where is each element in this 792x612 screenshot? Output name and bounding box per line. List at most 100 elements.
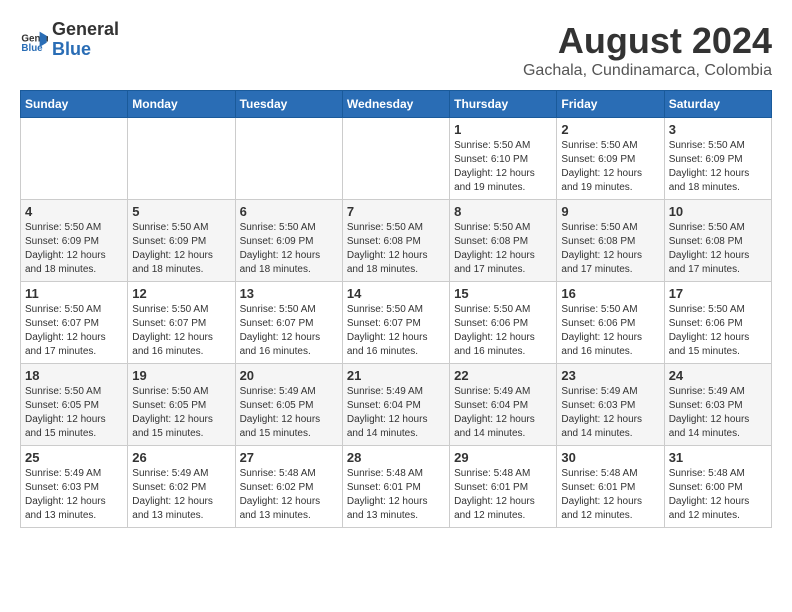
- header-tuesday: Tuesday: [235, 91, 342, 118]
- calendar-cell-w1-d5: 1Sunrise: 5:50 AM Sunset: 6:10 PM Daylig…: [450, 118, 557, 200]
- calendar-week-5: 25 Sunrise: 5:49 AM Sunset: 6:03 PM Dayli…: [21, 446, 772, 528]
- day-info: Sunrise: 5:49 AM Sunset: 6:03 PM Dayligh…: [25, 467, 123, 523]
- day-info: Sunrise: 5:50 AM Sunset: 6:07 PM Dayligh…: [240, 303, 338, 359]
- day-info: Sunrise: 5:48 AM Sunset: 6:01 PM Dayligh…: [454, 467, 552, 523]
- day-info: Sunrise: 5:49 AM Sunset: 6:03 PM Dayligh…: [561, 385, 659, 441]
- calendar-cell-w3-d2: 12 Sunrise: 5:50 AM Sunset: 6:07 PM Dayli…: [128, 282, 235, 364]
- logo-general: General: [52, 20, 119, 40]
- day-number: 5: [132, 204, 230, 219]
- calendar-cell-w4-d2: 19Sunrise: 5:50 AM Sunset: 6:05 PM Dayli…: [128, 364, 235, 446]
- calendar-cell-w2-d4: 7 Sunrise: 5:50 AM Sunset: 6:08 PM Daylig…: [342, 200, 449, 282]
- day-info: Sunrise: 5:50 AM Sunset: 6:05 PM Dayligh…: [132, 385, 230, 441]
- day-number: 30: [561, 450, 659, 465]
- svg-text:Blue: Blue: [21, 43, 43, 54]
- day-number: 9: [561, 204, 659, 219]
- calendar-cell-w2-d5: 8 Sunrise: 5:50 AM Sunset: 6:08 PM Daylig…: [450, 200, 557, 282]
- day-info: Sunrise: 5:50 AM Sunset: 6:09 PM Dayligh…: [561, 139, 659, 195]
- day-info: Sunrise: 5:50 AM Sunset: 6:07 PM Dayligh…: [347, 303, 445, 359]
- calendar-week-2: 4 Sunrise: 5:50 AM Sunset: 6:09 PM Daylig…: [21, 200, 772, 282]
- subtitle: Gachala, Cundinamarca, Colombia: [523, 62, 772, 80]
- logo-blue: Blue: [52, 40, 119, 60]
- calendar-cell-w4-d7: 24 Sunrise: 5:49 AM Sunset: 6:03 PM Dayli…: [664, 364, 771, 446]
- day-info: Sunrise: 5:48 AM Sunset: 6:02 PM Dayligh…: [240, 467, 338, 523]
- day-number: 16: [561, 286, 659, 301]
- day-number: 12: [132, 286, 230, 301]
- day-number: 22: [454, 368, 552, 383]
- day-info: Sunrise: 5:49 AM Sunset: 6:03 PM Dayligh…: [669, 385, 767, 441]
- day-number: 27: [240, 450, 338, 465]
- day-number: 15: [454, 286, 552, 301]
- calendar-cell-w3-d1: 11 Sunrise: 5:50 AM Sunset: 6:07 PM Dayli…: [21, 282, 128, 364]
- day-info: Sunrise: 5:50 AM Sunset: 6:06 PM Dayligh…: [561, 303, 659, 359]
- day-info: Sunrise: 5:50 AM Sunset: 6:08 PM Dayligh…: [561, 221, 659, 277]
- calendar-cell-w5-d3: 27 Sunrise: 5:48 AM Sunset: 6:02 PM Dayli…: [235, 446, 342, 528]
- day-info: Sunrise: 5:50 AM Sunset: 6:06 PM Dayligh…: [454, 303, 552, 359]
- calendar-cell-w4-d5: 22 Sunrise: 5:49 AM Sunset: 6:04 PM Dayli…: [450, 364, 557, 446]
- day-number: 11: [25, 286, 123, 301]
- header: General Blue General Blue August 2024 Ga…: [20, 20, 772, 80]
- title-section: August 2024 Gachala, Cundinamarca, Colom…: [523, 20, 772, 80]
- day-number: 14: [347, 286, 445, 301]
- calendar-cell-w5-d2: 26 Sunrise: 5:49 AM Sunset: 6:02 PM Dayli…: [128, 446, 235, 528]
- calendar-cell-w5-d4: 28 Sunrise: 5:48 AM Sunset: 6:01 PM Dayli…: [342, 446, 449, 528]
- day-number: 18: [25, 368, 123, 383]
- day-number: 24: [669, 368, 767, 383]
- calendar-cell-w3-d7: 17Sunrise: 5:50 AM Sunset: 6:06 PM Dayli…: [664, 282, 771, 364]
- day-info: Sunrise: 5:50 AM Sunset: 6:08 PM Dayligh…: [669, 221, 767, 277]
- calendar-cell-w1-d4: [342, 118, 449, 200]
- day-number: 25: [25, 450, 123, 465]
- day-number: 10: [669, 204, 767, 219]
- header-sunday: Sunday: [21, 91, 128, 118]
- day-info: Sunrise: 5:49 AM Sunset: 6:02 PM Dayligh…: [132, 467, 230, 523]
- day-info: Sunrise: 5:48 AM Sunset: 6:01 PM Dayligh…: [347, 467, 445, 523]
- calendar-week-3: 11 Sunrise: 5:50 AM Sunset: 6:07 PM Dayli…: [21, 282, 772, 364]
- calendar-cell-w5-d5: 29 Sunrise: 5:48 AM Sunset: 6:01 PM Dayli…: [450, 446, 557, 528]
- day-number: 26: [132, 450, 230, 465]
- day-info: Sunrise: 5:50 AM Sunset: 6:08 PM Dayligh…: [454, 221, 552, 277]
- day-number: 7: [347, 204, 445, 219]
- day-info: Sunrise: 5:49 AM Sunset: 6:04 PM Dayligh…: [454, 385, 552, 441]
- day-number: 4: [25, 204, 123, 219]
- day-info: Sunrise: 5:48 AM Sunset: 6:01 PM Dayligh…: [561, 467, 659, 523]
- day-info: Sunrise: 5:49 AM Sunset: 6:05 PM Dayligh…: [240, 385, 338, 441]
- header-saturday: Saturday: [664, 91, 771, 118]
- calendar-cell-w1-d3: [235, 118, 342, 200]
- day-info: Sunrise: 5:49 AM Sunset: 6:04 PM Dayligh…: [347, 385, 445, 441]
- day-number: 17: [669, 286, 767, 301]
- calendar-cell-w1-d2: [128, 118, 235, 200]
- calendar-table: Sunday Monday Tuesday Wednesday Thursday…: [20, 90, 772, 528]
- day-info: Sunrise: 5:50 AM Sunset: 6:09 PM Dayligh…: [669, 139, 767, 195]
- calendar-cell-w2-d6: 9 Sunrise: 5:50 AM Sunset: 6:08 PM Daylig…: [557, 200, 664, 282]
- calendar-header-row: Sunday Monday Tuesday Wednesday Thursday…: [21, 91, 772, 118]
- calendar-cell-w4-d6: 23Sunrise: 5:49 AM Sunset: 6:03 PM Dayli…: [557, 364, 664, 446]
- header-wednesday: Wednesday: [342, 91, 449, 118]
- main-title: August 2024: [523, 20, 772, 62]
- day-number: 13: [240, 286, 338, 301]
- day-number: 8: [454, 204, 552, 219]
- calendar-cell-w5-d6: 30 Sunrise: 5:48 AM Sunset: 6:01 PM Dayli…: [557, 446, 664, 528]
- day-number: 3: [669, 122, 767, 137]
- calendar-cell-w1-d6: 2Sunrise: 5:50 AM Sunset: 6:09 PM Daylig…: [557, 118, 664, 200]
- day-info: Sunrise: 5:50 AM Sunset: 6:08 PM Dayligh…: [347, 221, 445, 277]
- day-info: Sunrise: 5:50 AM Sunset: 6:09 PM Dayligh…: [240, 221, 338, 277]
- day-info: Sunrise: 5:50 AM Sunset: 6:07 PM Dayligh…: [132, 303, 230, 359]
- day-number: 28: [347, 450, 445, 465]
- day-info: Sunrise: 5:50 AM Sunset: 6:09 PM Dayligh…: [25, 221, 123, 277]
- calendar-week-4: 18 Sunrise: 5:50 AM Sunset: 6:05 PM Dayli…: [21, 364, 772, 446]
- day-info: Sunrise: 5:50 AM Sunset: 6:07 PM Dayligh…: [25, 303, 123, 359]
- calendar-cell-w5-d1: 25 Sunrise: 5:49 AM Sunset: 6:03 PM Dayli…: [21, 446, 128, 528]
- calendar-cell-w4-d4: 21 Sunrise: 5:49 AM Sunset: 6:04 PM Dayli…: [342, 364, 449, 446]
- day-number: 29: [454, 450, 552, 465]
- day-number: 20: [240, 368, 338, 383]
- day-number: 6: [240, 204, 338, 219]
- day-number: 1: [454, 122, 552, 137]
- calendar-cell-w2-d2: 5Sunrise: 5:50 AM Sunset: 6:09 PM Daylig…: [128, 200, 235, 282]
- calendar-cell-w4-d3: 20 Sunrise: 5:49 AM Sunset: 6:05 PM Dayli…: [235, 364, 342, 446]
- logo: General Blue General Blue: [20, 20, 119, 60]
- calendar-cell-w4-d1: 18Sunrise: 5:50 AM Sunset: 6:05 PM Dayli…: [21, 364, 128, 446]
- day-number: 21: [347, 368, 445, 383]
- calendar-cell-w1-d1: [21, 118, 128, 200]
- calendar-cell-w1-d7: 3 Sunrise: 5:50 AM Sunset: 6:09 PM Daylig…: [664, 118, 771, 200]
- calendar-cell-w3-d6: 16 Sunrise: 5:50 AM Sunset: 6:06 PM Dayli…: [557, 282, 664, 364]
- day-number: 31: [669, 450, 767, 465]
